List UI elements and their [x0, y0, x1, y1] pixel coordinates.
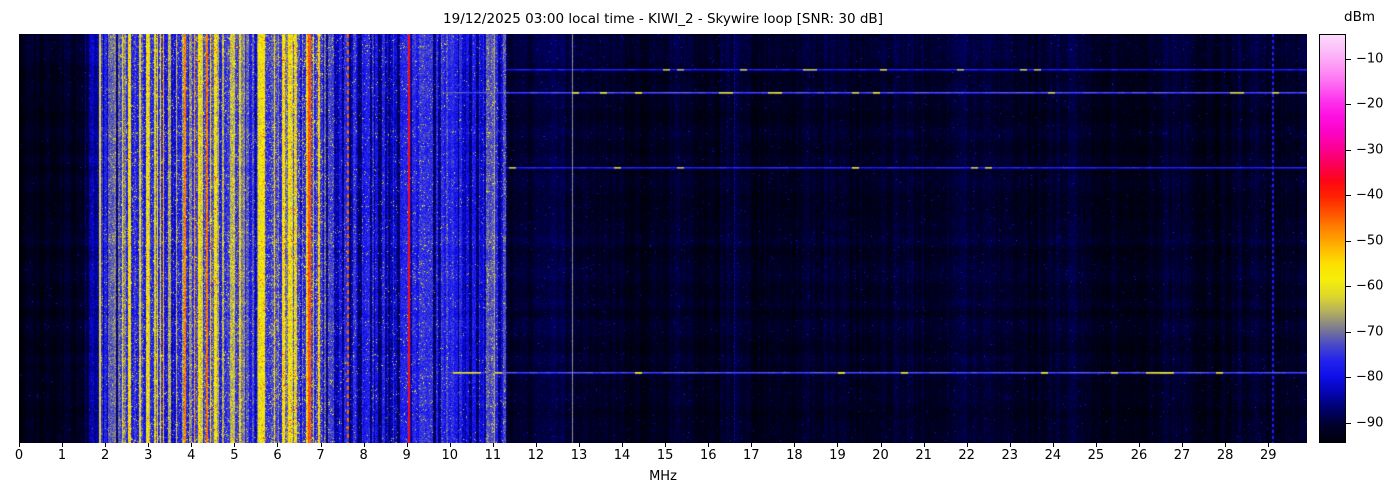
x-tick-label: 10 [441, 448, 458, 463]
x-tick-label: 14 [614, 448, 631, 463]
x-tick-label: 29 [1260, 448, 1277, 463]
x-tick-label: 9 [403, 448, 411, 463]
colorbar-tick-mark [1346, 150, 1351, 151]
colorbar-tick-label: −70 [1356, 324, 1383, 339]
x-tick-label: 1 [58, 448, 66, 463]
x-tick-mark [1053, 443, 1054, 447]
x-tick-label: 8 [359, 448, 367, 463]
x-tick-mark [1010, 443, 1011, 447]
x-tick-label: 18 [786, 448, 803, 463]
x-tick-label: 15 [657, 448, 674, 463]
x-tick-label: 24 [1045, 448, 1062, 463]
colorbar-tick-label: −20 [1356, 97, 1383, 112]
x-tick-label: 16 [700, 448, 717, 463]
colorbar-tick-mark [1346, 59, 1351, 60]
x-tick-label: 23 [1001, 448, 1018, 463]
x-tick-mark [1182, 443, 1183, 447]
x-tick-mark [105, 443, 106, 447]
x-tick-label: 13 [571, 448, 588, 463]
colorbar-tick-label: −50 [1356, 233, 1383, 248]
x-axis-label: MHz [649, 469, 677, 484]
x-tick-mark [579, 443, 580, 447]
x-tick-mark [881, 443, 882, 447]
spectrogram-figure: 19/12/2025 03:00 local time - KIWI_2 - S… [0, 0, 1400, 500]
x-tick-mark [665, 443, 666, 447]
colorbar-tick-mark [1346, 286, 1351, 287]
x-tick-mark [148, 443, 149, 447]
x-tick-mark [1268, 443, 1269, 447]
colorbar [1319, 34, 1346, 443]
x-tick-mark [493, 443, 494, 447]
x-tick-label: 6 [273, 448, 281, 463]
colorbar-tick-mark [1346, 241, 1351, 242]
x-tick-mark [321, 443, 322, 447]
colorbar-tick-label: −40 [1356, 188, 1383, 203]
colorbar-tick-label: −90 [1356, 415, 1383, 430]
x-tick-label: 20 [872, 448, 889, 463]
x-tick-mark [622, 443, 623, 447]
spectrogram-canvas [19, 34, 1307, 443]
x-tick-label: 4 [187, 448, 195, 463]
colorbar-tick-label: −30 [1356, 142, 1383, 157]
x-tick-label: 21 [915, 448, 932, 463]
colorbar-tick-label: −10 [1356, 51, 1383, 66]
x-tick-label: 28 [1217, 448, 1234, 463]
x-tick-label: 19 [829, 448, 846, 463]
x-tick-label: 12 [528, 448, 545, 463]
x-tick-label: 17 [743, 448, 760, 463]
x-tick-label: 25 [1088, 448, 1105, 463]
x-tick-mark [967, 443, 968, 447]
x-tick-label: 26 [1131, 448, 1148, 463]
colorbar-tick-label: −60 [1356, 279, 1383, 294]
x-tick-mark [837, 443, 838, 447]
x-tick-mark [1096, 443, 1097, 447]
colorbar-tick-mark [1346, 332, 1351, 333]
x-tick-mark [19, 443, 20, 447]
x-tick-label: 11 [485, 448, 502, 463]
colorbar-tick-label: −80 [1356, 370, 1383, 385]
colorbar-tick-mark [1346, 104, 1351, 105]
x-tick-mark [407, 443, 408, 447]
x-tick-mark [277, 443, 278, 447]
x-tick-label: 0 [15, 448, 23, 463]
x-tick-mark [364, 443, 365, 447]
x-tick-mark [924, 443, 925, 447]
x-tick-mark [234, 443, 235, 447]
x-tick-mark [794, 443, 795, 447]
colorbar-tick-mark [1346, 195, 1351, 196]
colorbar-tick-mark [1346, 377, 1351, 378]
x-tick-label: 2 [101, 448, 109, 463]
x-tick-mark [450, 443, 451, 447]
x-tick-label: 5 [230, 448, 238, 463]
x-tick-mark [536, 443, 537, 447]
colorbar-unit-label: dBm [1344, 9, 1375, 25]
x-tick-label: 3 [144, 448, 152, 463]
x-tick-mark [191, 443, 192, 447]
x-tick-label: 7 [316, 448, 324, 463]
x-tick-mark [751, 443, 752, 447]
x-tick-mark [708, 443, 709, 447]
x-tick-mark [1225, 443, 1226, 447]
x-tick-mark [1139, 443, 1140, 447]
x-tick-label: 22 [958, 448, 975, 463]
colorbar-tick-mark [1346, 423, 1351, 424]
x-tick-label: 27 [1174, 448, 1191, 463]
x-tick-mark [62, 443, 63, 447]
chart-title: 19/12/2025 03:00 local time - KIWI_2 - S… [19, 11, 1307, 27]
